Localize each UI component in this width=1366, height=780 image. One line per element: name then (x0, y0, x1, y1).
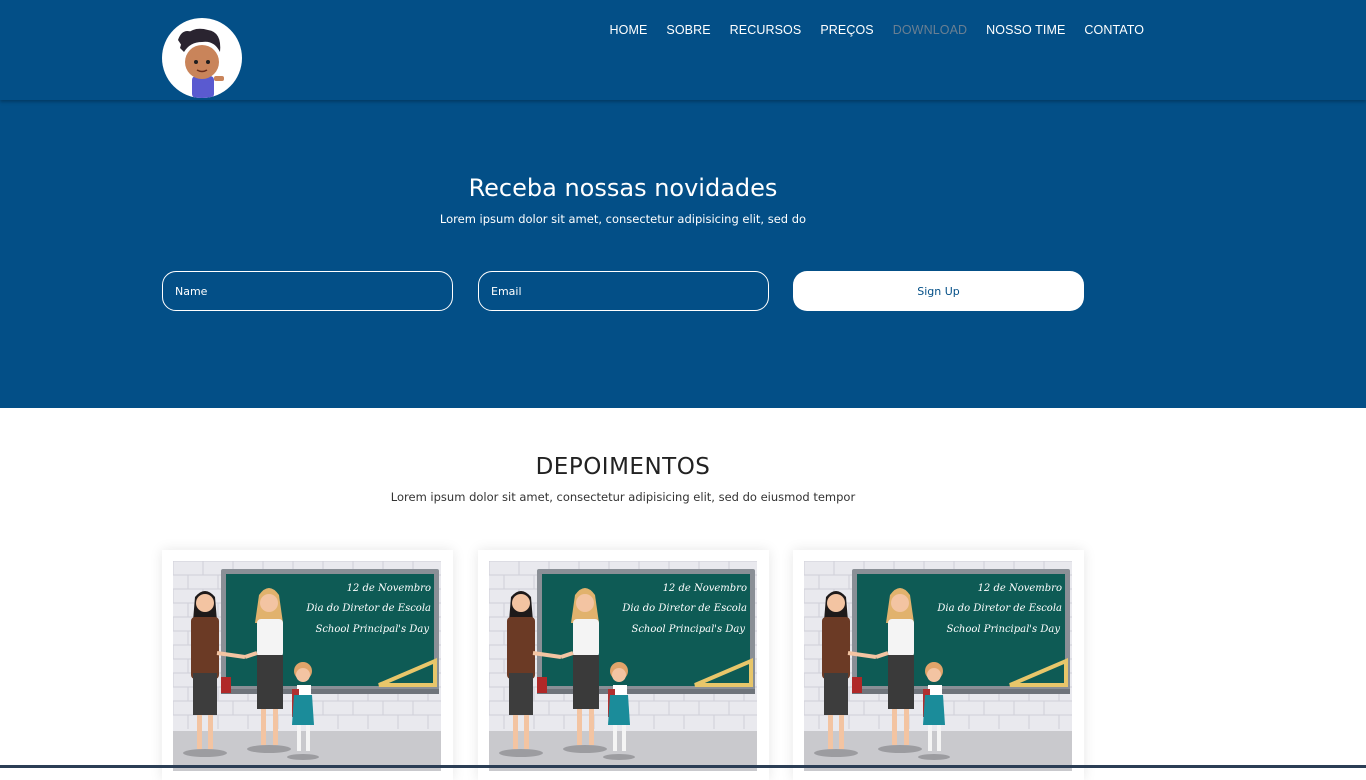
logo-avatar[interactable] (162, 18, 242, 98)
board-text-1: 12 de Novembro (663, 583, 747, 594)
testimonial-card-2[interactable]: 12 de Novembro Dia do Diretor de Escola Sc… (478, 550, 769, 780)
board-text-2: Dia do Diretor de Escola (621, 603, 747, 614)
newsletter-section: Receba nossas novidades Lorem ipsum dolo… (0, 100, 1366, 408)
testimonials-section: DEPOIMENTOS Lorem ipsum dolor sit amet, … (0, 408, 1366, 780)
nav-contato[interactable]: CONTATO (1075, 23, 1154, 37)
board-text-1: 12 de Novembro (347, 583, 431, 594)
testimonials-title: DEPOIMENTOS (535, 454, 711, 480)
nav-precos[interactable]: PREÇOS (811, 23, 883, 37)
email-input[interactable] (478, 271, 769, 311)
board-text-2: Dia do Diretor de Escola (305, 603, 431, 614)
boy-mascot-icon (178, 28, 224, 98)
name-input[interactable] (162, 271, 453, 311)
nav-download[interactable]: DOWNLOAD (883, 23, 976, 37)
board-text-3: School Principal's Day (946, 624, 1060, 635)
testimonial-card-3[interactable]: 12 de Novembro Dia do Diretor de Escola Sc… (793, 550, 1084, 780)
signup-button[interactable]: Sign Up (793, 271, 1084, 311)
board-text-3: School Principal's Day (631, 624, 745, 635)
nav-sobre[interactable]: SOBRE (657, 23, 720, 37)
board-text-2: Dia do Diretor de Escola (936, 603, 1062, 614)
main-nav: HOME SOBRE RECURSOS PREÇOS DOWNLOAD NOSS… (600, 23, 1154, 37)
nav-nosso-time[interactable]: NOSSO TIME (977, 23, 1075, 37)
board-text-3: School Principal's Day (315, 624, 429, 635)
testimonial-card-1[interactable]: 12 de Novembro Dia do Diretor de Escola Sc… (162, 550, 453, 780)
principals-day-illustration: 12 de Novembro Dia do Diretor de Escola Sc… (804, 561, 1072, 771)
testimonials-subtitle: Lorem ipsum dolor sit amet, consectetur … (390, 490, 856, 504)
newsletter-title: Receba nossas novidades (468, 174, 778, 202)
newsletter-subtitle: Lorem ipsum dolor sit amet, consectetur … (439, 212, 807, 226)
nav-recursos[interactable]: RECURSOS (720, 23, 811, 37)
nav-home[interactable]: HOME (600, 23, 657, 37)
principals-day-illustration: 12 de Novembro Dia do Diretor de Escola Sc… (489, 561, 757, 771)
principals-day-illustration: 12 de Novembro Dia do Diretor de Escola Sc… (173, 561, 441, 771)
board-text-1: 12 de Novembro (978, 583, 1062, 594)
site-header: HOME SOBRE RECURSOS PREÇOS DOWNLOAD NOSS… (0, 0, 1366, 100)
